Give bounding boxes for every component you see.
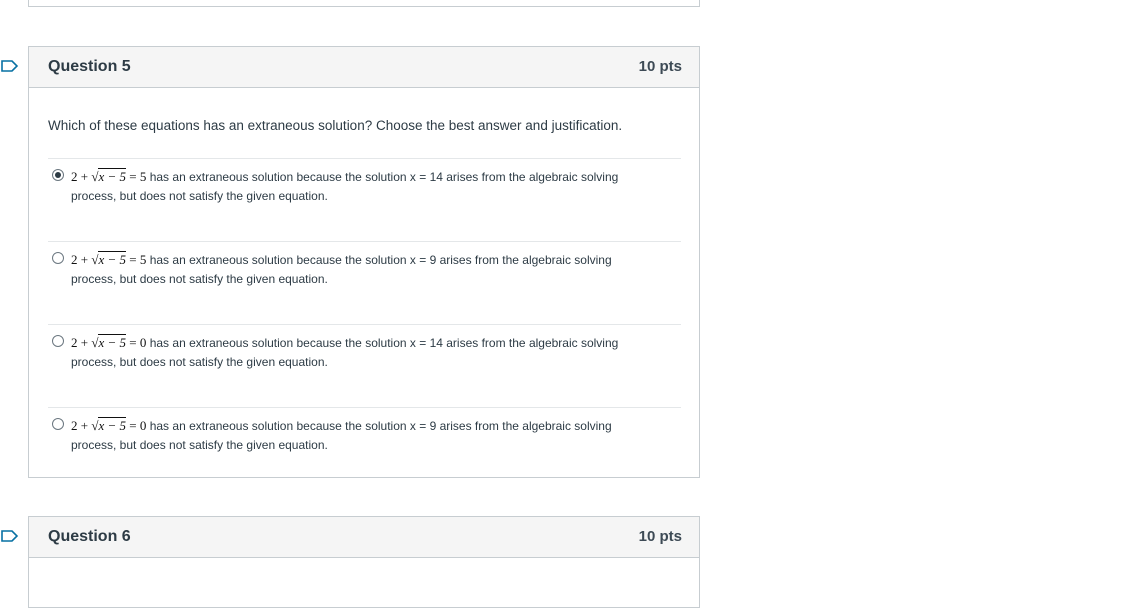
- equation: 2 + √x − 5 = 0: [71, 334, 147, 350]
- answer-text[interactable]: 2 + √x − 5 = 5 has an extraneous solutio…: [71, 250, 671, 289]
- radio-unselected-icon[interactable]: [52, 418, 64, 430]
- answer-text[interactable]: 2 + √x − 5 = 0 has an extraneous solutio…: [71, 333, 671, 372]
- answer-text[interactable]: 2 + √x − 5 = 0 has an extraneous solutio…: [71, 416, 671, 455]
- answer-option[interactable]: 2 + √x − 5 = 0 has an extraneous solutio…: [48, 407, 681, 490]
- equation: 2 + √x − 5 = 5: [71, 168, 147, 184]
- previous-question-card: [28, 0, 700, 7]
- question-title: Question 6: [48, 528, 131, 545]
- answer-text[interactable]: 2 + √x − 5 = 5 has an extraneous solutio…: [71, 167, 671, 206]
- question-header: Question 5 10 pts: [29, 47, 699, 88]
- radio-unselected-icon[interactable]: [52, 252, 64, 264]
- question-title: Question 5: [48, 58, 131, 75]
- question-points: 10 pts: [638, 58, 682, 75]
- flag-icon[interactable]: [1, 530, 19, 542]
- flag-icon[interactable]: [1, 60, 19, 72]
- radio-selected-icon[interactable]: [52, 169, 64, 181]
- question-text: Which of these equations has an extraneo…: [48, 118, 623, 133]
- answer-list: 2 + √x − 5 = 5 has an extraneous solutio…: [48, 158, 681, 490]
- answer-option[interactable]: 2 + √x − 5 = 5 has an extraneous solutio…: [48, 241, 681, 324]
- equation: 2 + √x − 5 = 0: [71, 417, 147, 433]
- question-body: [29, 558, 699, 598]
- radio-unselected-icon[interactable]: [52, 335, 64, 347]
- question-card: Question 6 10 pts: [28, 516, 700, 608]
- equation: 2 + √x − 5 = 5: [71, 251, 147, 267]
- answer-option[interactable]: 2 + √x − 5 = 0 has an extraneous solutio…: [48, 324, 681, 407]
- question-header: Question 6 10 pts: [29, 517, 699, 558]
- answer-option[interactable]: 2 + √x − 5 = 5 has an extraneous solutio…: [48, 158, 681, 241]
- question-card: Question 5 10 pts Which of these equatio…: [28, 46, 700, 478]
- question-points: 10 pts: [638, 528, 682, 545]
